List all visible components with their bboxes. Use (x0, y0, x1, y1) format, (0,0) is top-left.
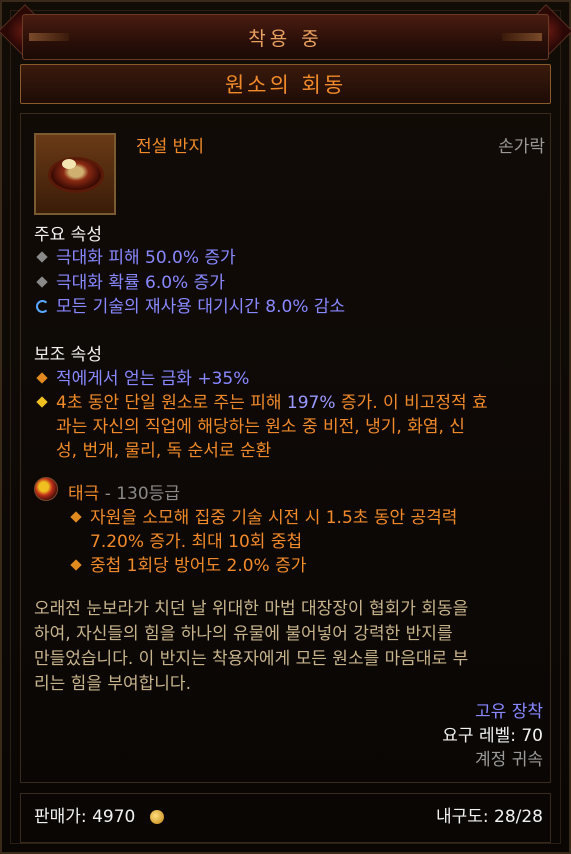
required-level: 요구 레벨: 70 (442, 726, 543, 746)
gold-coin-icon (150, 810, 164, 824)
legendary-power-line1: 4초 동안 단일 원소로 주는 피해 197% 증가. 이 비고정적 효 (56, 393, 488, 413)
durability: 내구도: 28/28 (435, 807, 543, 827)
primary-title: 주요 속성 (34, 225, 102, 245)
secondary-stat: 적에게서 얻는 금화 +35% (56, 369, 250, 389)
legendary-power-line3: 성, 번개, 물리, 독 순서로 순환 (56, 441, 272, 461)
legendary-gem-icon (34, 477, 58, 501)
flavor-text: 리는 힘을 부여합니다. (34, 674, 191, 694)
primary-stat: 극대화 확률 6.0% 증가 (56, 273, 225, 293)
item-name-header: 원소의 회동 (20, 64, 551, 104)
flavor-text: 오래전 눈보라가 치던 날 위대한 마법 대장장이 협회가 회동을 (34, 599, 469, 619)
secondary-title: 보조 속성 (34, 345, 102, 365)
gem-effect-1-line1: 자원을 소모해 집중 기술 시전 시 1.5초 동안 공격력 (90, 508, 458, 528)
primary-stat-enchanted: 모든 기술의 재사용 대기시간 8.0% 감소 (56, 297, 346, 317)
sell-price: 판매가: 4970 (34, 807, 136, 827)
equipped-label: 착용 중 (248, 27, 323, 50)
primary-stat: 극대화 피해 50.0% 증가 (56, 248, 236, 268)
item-name: 원소의 회동 (224, 73, 347, 97)
ring-icon (34, 133, 116, 215)
enchant-swirl-icon (36, 300, 49, 313)
account-bound: 계정 귀속 (475, 750, 543, 770)
flavor-text: 만들었습니다. 이 반지는 착용자에게 모든 원소를 마음대로 부 (34, 649, 469, 669)
item-slot: 손가락 (498, 137, 545, 157)
unique-equip: 고유 장착 (475, 702, 543, 722)
gem-effect-2: 중첩 1회당 방어도 2.0% 증가 (90, 556, 307, 576)
gem-effect-1-line2: 7.20% 증가. 최대 10회 중첩 (90, 532, 303, 552)
legendary-gem-header: 태극 - 130등급 (68, 484, 180, 504)
legendary-power-line2: 과는 자신의 직업에 해당하는 원소 중 비전, 냉기, 화염, 신 (56, 417, 465, 437)
item-type: 전설 반지 (136, 137, 204, 157)
flavor-text: 하여, 자신들의 힘을 하나의 유물에 불어넣어 강력한 반지를 (34, 624, 453, 644)
equipped-header: 착용 중 (22, 14, 549, 60)
